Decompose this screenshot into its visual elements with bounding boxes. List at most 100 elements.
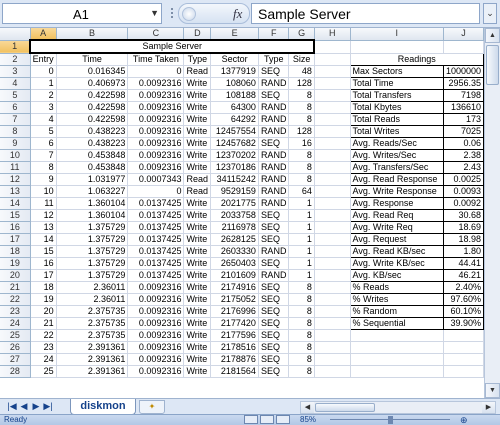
data-cell[interactable]: 6 — [30, 137, 57, 150]
data-cell[interactable]: 15 — [30, 245, 57, 258]
scroll-down-icon[interactable]: ▼ — [485, 383, 500, 398]
data-cell[interactable]: 17 — [30, 269, 57, 282]
data-cell[interactable]: 2174916 — [210, 281, 259, 294]
data-cell[interactable]: 0.0137425 — [127, 257, 185, 270]
data-cell[interactable]: SEQ — [258, 305, 290, 318]
column-label-cell[interactable]: Type — [258, 53, 290, 66]
row-header[interactable]: 1 — [0, 40, 31, 54]
data-cell[interactable]: 0 — [127, 65, 185, 78]
column-header[interactable]: E — [210, 28, 259, 41]
column-header[interactable]: F — [258, 28, 290, 41]
row-header[interactable]: 9 — [0, 137, 31, 150]
data-cell[interactable]: 2.36011 — [56, 281, 129, 294]
data-cell[interactable]: Read — [183, 185, 212, 198]
data-cell[interactable]: 2603330 — [210, 245, 259, 258]
data-cell[interactable]: 0.0092316 — [127, 77, 185, 90]
data-cell[interactable]: 1 — [288, 233, 315, 246]
column-label-cell[interactable]: Type — [183, 53, 212, 66]
data-cell[interactable]: 0.438223 — [56, 137, 129, 150]
data-cell[interactable]: SEQ — [258, 233, 290, 246]
horizontal-scroll-thumb[interactable] — [315, 403, 375, 412]
reading-value-cell[interactable]: 0.0093 — [442, 185, 484, 198]
data-cell[interactable]: 7 — [30, 149, 57, 162]
data-cell[interactable]: 0.438223 — [56, 125, 129, 138]
page-layout-icon[interactable] — [260, 415, 274, 424]
data-cell[interactable]: RAND — [258, 161, 290, 174]
data-cell[interactable]: 48 — [288, 65, 315, 78]
data-cell[interactable]: 12370186 — [210, 161, 259, 174]
data-cell[interactable]: 0.0092316 — [127, 281, 185, 294]
worksheet-grid[interactable]: A B C D E F G H I J 1 Sample Server 2 Entry Time Time T… — [0, 28, 484, 398]
empty-cell[interactable] — [350, 40, 444, 54]
vertical-scroll-thumb[interactable] — [486, 45, 499, 85]
data-cell[interactable]: SEQ — [258, 65, 290, 78]
column-label-cell[interactable]: Size — [288, 53, 315, 66]
data-cell[interactable]: Write — [183, 233, 212, 246]
reading-value-cell[interactable]: 173 — [442, 113, 484, 126]
row-header[interactable]: 4 — [0, 77, 31, 90]
zoom-slider-thumb[interactable] — [388, 416, 393, 424]
data-cell[interactable]: 1 — [288, 245, 315, 258]
reading-label-cell[interactable]: % Writes — [349, 293, 444, 306]
sheet-title-cell[interactable]: Sample Server — [29, 39, 316, 54]
data-cell[interactable]: 21 — [30, 317, 57, 330]
data-cell[interactable]: 2.391361 — [56, 353, 129, 366]
data-cell[interactable]: 0.0092316 — [127, 305, 185, 318]
data-cell[interactable]: Write — [183, 269, 212, 282]
data-cell[interactable]: RAND — [258, 245, 290, 258]
data-cell[interactable]: SEQ — [258, 89, 290, 102]
reading-value-cell[interactable]: 30.68 — [442, 209, 484, 222]
data-cell[interactable]: 9 — [30, 173, 57, 186]
reading-label-cell[interactable]: Total Kbytes — [349, 101, 444, 114]
data-cell[interactable]: 11 — [30, 197, 57, 210]
data-cell[interactable]: RAND — [258, 149, 290, 162]
data-cell[interactable]: 1.375729 — [56, 269, 129, 282]
reading-value-cell[interactable]: 2.43 — [442, 161, 484, 174]
next-sheet-icon[interactable]: ▶ — [30, 401, 42, 412]
chevron-down-icon[interactable]: ▼ — [150, 8, 159, 18]
readings-header-cell[interactable]: Readings — [349, 52, 484, 66]
vertical-scrollbar[interactable]: ▲ ▼ — [484, 28, 500, 398]
data-cell[interactable]: 12457682 — [210, 137, 259, 150]
data-cell[interactable]: 8 — [288, 293, 315, 306]
first-sheet-icon[interactable]: |◀ — [6, 401, 18, 412]
data-cell[interactable]: Write — [183, 125, 212, 138]
data-cell[interactable]: 1 — [30, 77, 57, 90]
data-cell[interactable]: SEQ — [258, 353, 290, 366]
data-cell[interactable]: Write — [183, 257, 212, 270]
data-cell[interactable]: Write — [183, 161, 212, 174]
data-cell[interactable]: 0.0092316 — [127, 161, 185, 174]
data-cell[interactable]: Write — [183, 149, 212, 162]
data-cell[interactable]: 2.375735 — [56, 305, 129, 318]
reading-label-cell[interactable]: Max Sectors — [349, 65, 444, 78]
data-cell[interactable]: Write — [183, 221, 212, 234]
data-cell[interactable]: Write — [183, 317, 212, 330]
column-header[interactable]: J — [443, 28, 484, 41]
data-cell[interactable]: Write — [183, 305, 212, 318]
data-cell[interactable]: 1.375729 — [56, 233, 129, 246]
reading-value-cell[interactable]: 18.98 — [442, 233, 484, 246]
column-header[interactable]: C — [127, 28, 185, 41]
empty-cell[interactable] — [314, 329, 351, 342]
data-cell[interactable]: 0.0137425 — [127, 269, 185, 282]
empty-cell[interactable] — [314, 209, 351, 222]
data-cell[interactable]: 2116978 — [210, 221, 259, 234]
data-cell[interactable]: 10 — [30, 185, 57, 198]
data-cell[interactable]: 2181564 — [210, 365, 259, 378]
data-cell[interactable]: 0.0092316 — [127, 113, 185, 126]
empty-cell[interactable] — [314, 353, 351, 366]
reading-label-cell[interactable]: Avg. KB/sec — [349, 269, 444, 282]
reading-label-cell[interactable]: Avg. Read Req — [349, 209, 444, 222]
row-header[interactable]: 13 — [0, 185, 31, 198]
data-cell[interactable]: Write — [183, 293, 212, 306]
reading-value-cell[interactable]: 1000000 — [442, 65, 484, 78]
data-cell[interactable]: 5 — [30, 125, 57, 138]
row-header[interactable]: 18 — [0, 245, 31, 258]
data-cell[interactable]: 1.031977 — [56, 173, 129, 186]
row-header[interactable]: 23 — [0, 305, 31, 318]
data-cell[interactable]: Write — [183, 101, 212, 114]
reading-value-cell[interactable]: 136610 — [442, 101, 484, 114]
empty-cell[interactable] — [314, 101, 351, 114]
data-cell[interactable]: 0.422598 — [56, 113, 129, 126]
column-header[interactable]: B — [56, 28, 129, 41]
